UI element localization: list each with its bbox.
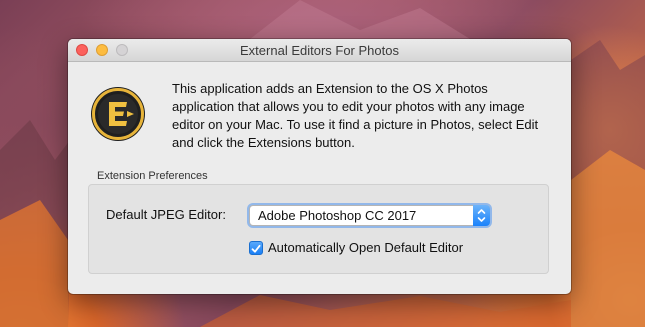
auto-open-checkbox[interactable] (249, 241, 263, 255)
checkmark-icon (251, 244, 261, 253)
section-label: Extension Preferences (97, 170, 208, 182)
up-down-chevron-icon (477, 209, 486, 222)
select-chevron-icon[interactable] (473, 205, 490, 226)
preferences-group (88, 184, 549, 274)
default-editor-select[interactable]: Adobe Photoshop CC 2017 (249, 205, 490, 226)
dialog-window: External Editors For Photos This applica… (68, 39, 571, 294)
title-bar[interactable]: External Editors For Photos (68, 39, 571, 62)
description-text: This application adds an Extension to th… (172, 81, 539, 150)
default-editor-label: Default JPEG Editor: (106, 207, 226, 222)
window-title: External Editors For Photos (240, 43, 399, 58)
auto-open-label[interactable]: Automatically Open Default Editor (268, 240, 463, 255)
default-editor-value: Adobe Photoshop CC 2017 (258, 208, 417, 223)
app-logo-icon (91, 87, 145, 141)
